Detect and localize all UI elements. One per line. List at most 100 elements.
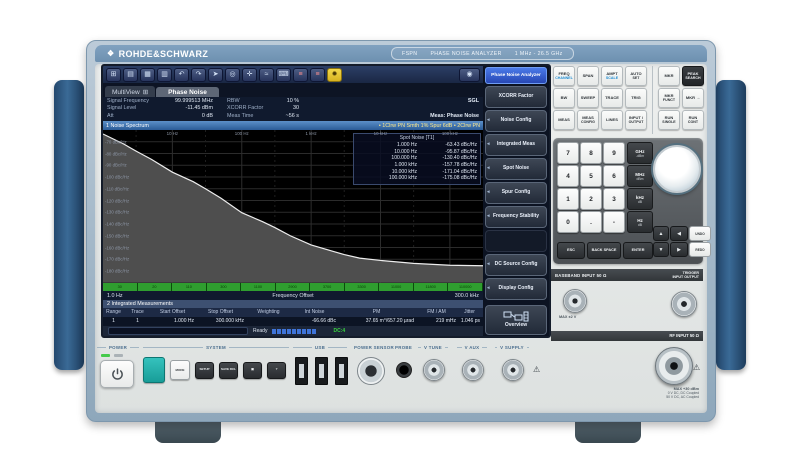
tab-phase-noise[interactable]: Phase Noise (156, 87, 219, 97)
key-2[interactable]: 2 (580, 188, 602, 210)
softkey-frequency-stability[interactable]: ◂Frequency Stability (485, 206, 547, 228)
key-mhz[interactable]: MHzdBm (627, 165, 653, 187)
key-minus[interactable]: - (603, 211, 625, 233)
undo-icon[interactable]: ↶ (174, 68, 189, 82)
key-khz[interactable]: kHzdB (627, 188, 653, 210)
zoom-icon[interactable]: ◎ (225, 68, 240, 82)
save-rcl-button[interactable]: SAVE RCL (219, 362, 238, 379)
windows-icon[interactable]: ⊞ (106, 68, 121, 82)
brand-name: ROHDE&SCHWARZ (119, 49, 209, 59)
key-5[interactable]: 5 (580, 165, 602, 187)
integrated-table-header: RangeTraceStart OffsetStop OffsetWeighti… (103, 308, 483, 317)
hardkey-mkr[interactable]: MKR (658, 66, 680, 86)
hardkey-peak-search[interactable]: PEAKSEARCH (682, 66, 704, 86)
frequency-range: 1 MHz - 26.5 GHz (515, 51, 563, 57)
info-row: Signal Level -11.45 dBm XCORR Factor 30 (107, 105, 479, 112)
key-3[interactable]: 3 (603, 188, 625, 210)
brand-logo: ❖ ROHDE&SCHWARZ (107, 49, 208, 59)
hardkey-auto-set[interactable]: AUTOSET (625, 66, 647, 86)
rf-max-notes: MAX +30 dBm 0 V DC, DC Coupled 50 V DC, … (666, 387, 699, 400)
enter-key[interactable]: ENTER (623, 242, 653, 259)
key-7[interactable]: 7 (557, 142, 579, 164)
arrow-right-key[interactable]: ▶ (670, 242, 688, 257)
softkey-display-config[interactable]: ◂Display Config (485, 278, 547, 300)
hardkey-span[interactable]: SPAN (577, 66, 599, 86)
key-1[interactable]: 1 (557, 188, 579, 210)
redo-icon[interactable]: ↷ (191, 68, 206, 82)
hardkey-trace[interactable]: TRACE (601, 88, 623, 108)
progress-block (307, 329, 311, 334)
dc-source-icon[interactable]: ≡ (293, 68, 308, 82)
esc-key[interactable]: ESC (557, 242, 585, 259)
hardkey-mkr-funct[interactable]: MKRFUNCT (658, 88, 680, 108)
baseband-input-label: BASEBAND INPUT 50 Ω (555, 273, 607, 278)
help-button[interactable]: ? (267, 362, 286, 379)
y-tick-label: -140 dBc/Hz (105, 222, 129, 227)
hardkey-meas-config[interactable]: MEASCONFIG (577, 110, 599, 130)
softkey-spot-noise[interactable]: ◂Spot Noise (485, 158, 547, 180)
key-8[interactable]: 8 (580, 142, 602, 164)
meas-type: Meas: Phase Noise (430, 113, 479, 120)
key-6[interactable]: 6 (603, 165, 625, 187)
hardkey-ampt-scale[interactable]: AMPTSCALE (601, 66, 623, 86)
hardkey-run-single[interactable]: RUNSINGLE (658, 110, 680, 130)
hardkey-bw[interactable]: BW (553, 88, 575, 108)
marker-icon[interactable]: ✛ (242, 68, 257, 82)
xcorr-factor-value: 30 (273, 105, 299, 112)
key-9[interactable]: 9 (603, 142, 625, 164)
open-icon[interactable]: ▤ (123, 68, 138, 82)
help-icon[interactable]: ✹ (327, 68, 342, 82)
softkey-overview[interactable]: Overview (485, 305, 547, 335)
cell: 1 (103, 317, 127, 326)
entry-field[interactable] (108, 327, 248, 335)
power-button[interactable] (100, 360, 134, 388)
cell: 1 (127, 317, 151, 326)
y-tick-label: -70 dBc/Hz (105, 139, 127, 144)
redo-button[interactable]: REDO (689, 242, 711, 257)
dc-config-icon[interactable]: ≡ (310, 68, 325, 82)
column-header: Jitter (459, 308, 483, 317)
camera-icon[interactable]: ◉ (459, 68, 480, 82)
softkey-spur-config[interactable]: ◂Spur Config (485, 182, 547, 204)
segment-cell: 3700 (310, 283, 345, 291)
hardkey-sweep[interactable]: SWEEP (577, 88, 599, 108)
key-dot[interactable]: . (580, 211, 602, 233)
hardkey-input-output[interactable]: INPUT /OUTPUT (625, 110, 647, 130)
rotary-knob[interactable] (653, 145, 701, 193)
split-view-icon: ⊞ (143, 88, 148, 96)
column-header: PM (339, 308, 417, 317)
arrow-left-key[interactable]: ◀ (670, 226, 688, 241)
save-icon[interactable]: ▦ (140, 68, 155, 82)
integrated-table-row: 111.000 Hz300.000 kHz-66.66 dBc37.65 m°/… (103, 317, 483, 326)
hardkey-lines[interactable]: LINES (601, 110, 623, 130)
softkey-dc-source-config[interactable]: ◂DC Source Config (485, 254, 547, 276)
hardkey-meas[interactable]: MEAS (553, 110, 575, 130)
hardkey-freq-channel[interactable]: FREQCHANNEL (553, 66, 575, 86)
backspace-key[interactable]: BACK SPACE (587, 242, 621, 259)
key-4[interactable]: 4 (557, 165, 579, 187)
spot-noise-row: 10.000 Hz-95.87 dBc/Hz (357, 149, 477, 156)
spot-offset: 10.000 Hz (357, 149, 423, 156)
arrow-down-key[interactable]: ▼ (653, 242, 669, 257)
hardkey-trig[interactable]: TRIG (625, 88, 647, 108)
display-button[interactable]: ▣ (243, 362, 262, 379)
tab-multiview[interactable]: MultiView ⊞ (105, 86, 155, 97)
arrow-up-key[interactable]: ▲ (653, 226, 669, 241)
trace-icon[interactable]: ≈ (259, 68, 274, 82)
softkey-integrated-meas[interactable]: ◂Integrated Meas (485, 134, 547, 156)
setup-button[interactable]: SETUP (195, 362, 214, 379)
keyboard-icon[interactable]: ⌨ (276, 68, 291, 82)
softkey-noise-config[interactable]: ◂Noise Config (485, 110, 547, 132)
hardkey-mkr[interactable]: MKR → (682, 88, 704, 108)
print-icon[interactable]: ▥ (157, 68, 172, 82)
softkey-xcorr-factor[interactable]: XCORR Factor (485, 86, 547, 108)
key-ghz[interactable]: GHz-dBm (627, 142, 653, 164)
preset-button[interactable] (143, 357, 165, 383)
softkey-blank (485, 230, 547, 252)
key-hz[interactable]: HzdB (627, 211, 653, 233)
select-icon[interactable]: ➤ (208, 68, 223, 82)
key-0[interactable]: 0 (557, 211, 579, 233)
mode-button[interactable]: MODE (170, 360, 190, 380)
undo-button[interactable]: UNDO (689, 226, 711, 241)
hardkey-run-cont[interactable]: RUNCONT (682, 110, 704, 130)
